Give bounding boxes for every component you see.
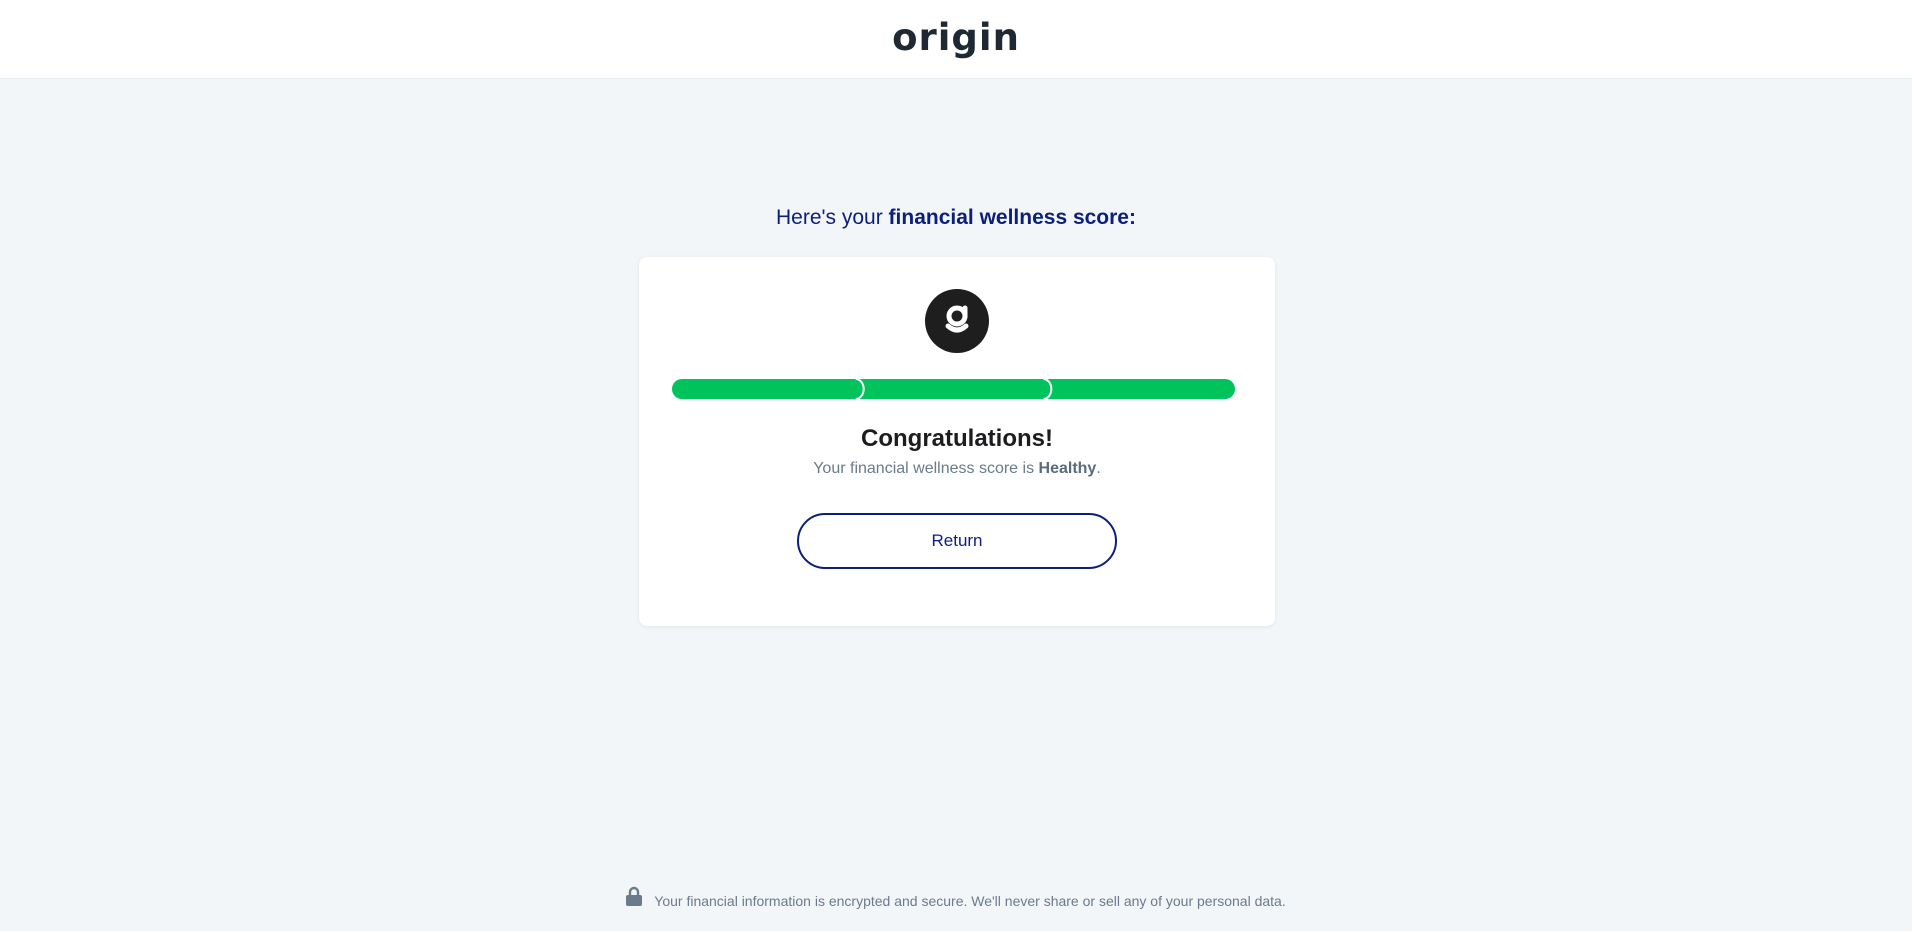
score-description: Your financial wellness score is Healthy… xyxy=(639,458,1275,480)
score-description-prefix: Your financial wellness score is xyxy=(813,460,1039,477)
security-footer: Your financial information is encrypted … xyxy=(0,886,1912,912)
score-description-suffix: . xyxy=(1096,460,1101,477)
lock-icon xyxy=(626,886,643,912)
page-heading: Here's your financial wellness score: xyxy=(0,204,1912,232)
origin-logo[interactable]: origin xyxy=(0,14,1912,62)
heading-emphasis: financial wellness score: xyxy=(888,206,1136,229)
security-note: Your financial information is encrypted … xyxy=(654,893,1286,909)
heading-prefix: Here's your xyxy=(776,206,889,229)
congratulations-title: Congratulations! xyxy=(861,425,1053,452)
origin-g-icon xyxy=(925,289,989,353)
top-header: origin xyxy=(0,0,1912,79)
score-value: Healthy xyxy=(1038,460,1097,477)
score-bar xyxy=(672,379,1235,399)
return-button[interactable]: Return xyxy=(797,513,1117,569)
score-card: Congratulations! Your financial wellness… xyxy=(639,257,1275,626)
score-bar-fill xyxy=(672,379,1235,399)
